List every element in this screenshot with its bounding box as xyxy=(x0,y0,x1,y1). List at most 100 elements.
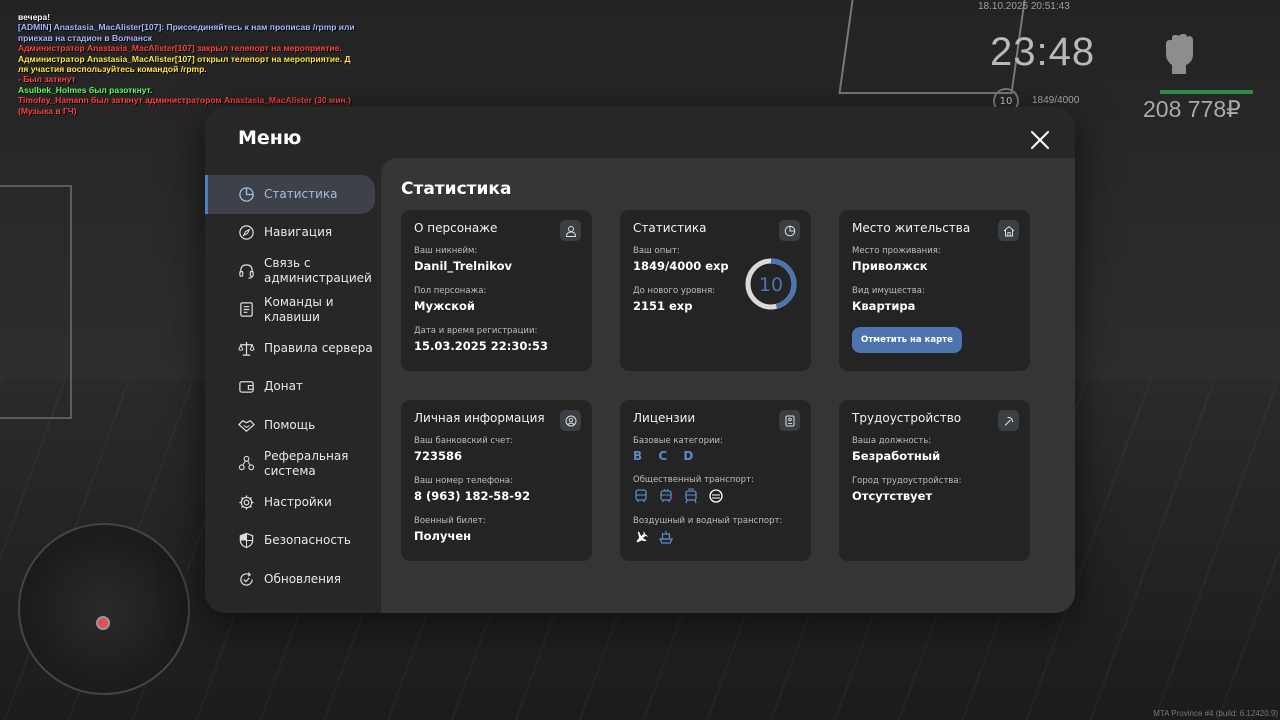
chat-line: Администратор Anastasia_MacAlister[107] … xyxy=(18,53,351,64)
scales-icon xyxy=(238,341,255,356)
card-residence: Место жительства Место проживания: Приво… xyxy=(839,210,1030,371)
sidebar-item-rules[interactable]: Правила сервера xyxy=(205,329,381,368)
trolleybus-icon xyxy=(660,488,672,502)
user-circle-icon xyxy=(560,410,581,431)
pie-chart-icon xyxy=(239,186,254,202)
job-city-value: Отсутствует xyxy=(852,489,933,503)
public-transport-label: Общественный транспорт: xyxy=(633,475,754,485)
home-icon xyxy=(998,220,1019,241)
pickaxe-icon xyxy=(998,410,1019,431)
license-category-c: C xyxy=(658,449,674,463)
sidebar-item-label: Команды и клавиши xyxy=(264,294,334,324)
chat-line: Администратор Anastasia_MacAlister[107] … xyxy=(18,43,342,54)
hud-health-bar xyxy=(1160,90,1253,94)
content-title: Статистика xyxy=(401,179,512,199)
exp-label: Ваш опыт: xyxy=(633,246,680,256)
military-label: Военный билет: xyxy=(414,516,486,526)
hud-exp: 1849/4000 xyxy=(1032,95,1080,106)
build-info: MTA Province #4 (build: 6.12420.9) xyxy=(1153,709,1278,718)
sidebar-item-label: Настройки xyxy=(264,494,332,509)
air-water-transport-label: Воздушный и водный транспорт: xyxy=(633,516,783,526)
chat-line: Asulbek_Holmes был разоткнут. xyxy=(18,84,153,95)
license-category-d: D xyxy=(683,449,700,463)
level-progress-ring: 10 xyxy=(745,258,797,310)
sidebar-item-help[interactable]: Помощь xyxy=(205,406,381,445)
chat-line: [ADMIN] Anastasia_MacAlister[107]: Присо… xyxy=(18,22,355,33)
sidebar-item-settings[interactable]: Настройки xyxy=(205,483,381,522)
property-label: Вид имущества: xyxy=(852,286,925,296)
card-licenses: Лицензии Базовые категории: B C D Общест… xyxy=(620,400,811,561)
gender-value: Мужской xyxy=(414,299,475,313)
handshake-icon xyxy=(238,419,255,432)
chat-line: приехав на стадион в Волчанск xyxy=(18,32,153,43)
menu-modal: Меню Статистика Навигация Связь с админи… xyxy=(205,107,1075,613)
card-title: Трудоустройство xyxy=(852,411,962,425)
refresh-check-icon xyxy=(240,571,253,586)
sidebar-item-security[interactable]: Безопасность xyxy=(205,522,381,561)
sidebar-item-label: Реферальная система xyxy=(264,448,349,478)
chat-log: вечера! [ADMIN] Anastasia_MacAlister[107… xyxy=(18,12,358,116)
sidebar-item-commands[interactable]: Команды и клавиши xyxy=(205,291,381,330)
sidebar-nav: Статистика Навигация Связь с администрац… xyxy=(205,175,381,599)
card-title: Лицензии xyxy=(633,411,696,425)
chat-line: Timofey_Hamann был заткнут администратор… xyxy=(18,95,351,106)
license-categories: B C D xyxy=(633,449,798,463)
nickname-label: Ваш никнейм: xyxy=(414,246,478,256)
airplane-icon xyxy=(636,531,648,543)
taxi-badge-icon xyxy=(709,489,723,503)
sidebar-item-referral[interactable]: Реферальная система xyxy=(205,445,381,484)
hud-datetime: 18.10.2025 20:51:43 xyxy=(978,1,1070,12)
sidebar-item-label: Безопасность xyxy=(264,533,351,548)
card-character: О персонаже Ваш никнейм: Danil_Trelnikov… xyxy=(401,210,592,371)
sidebar-item-contact-admin[interactable]: Связь с администрацией xyxy=(205,252,381,291)
card-title: Место жительства xyxy=(852,221,971,235)
card-personal-info: Личная информация Ваш банковский счет: 7… xyxy=(401,400,592,561)
public-transport-icons xyxy=(633,488,798,504)
card-title: О персонаже xyxy=(414,221,498,235)
position-value: Безработный xyxy=(852,449,941,463)
property-value: Квартира xyxy=(852,299,916,313)
fist-icon xyxy=(1166,34,1193,74)
document-icon xyxy=(240,302,253,317)
military-value: Получен xyxy=(414,529,472,543)
sidebar-item-label: Навигация xyxy=(264,225,333,240)
compass-icon xyxy=(239,225,254,240)
sidebar-item-navigation[interactable]: Навигация xyxy=(205,214,381,253)
gear-icon xyxy=(239,495,254,510)
hud-money: 208 778₽ xyxy=(1143,96,1241,122)
id-card-icon xyxy=(779,410,800,431)
gender-label: Пол персонажа: xyxy=(414,286,487,296)
user-icon xyxy=(560,220,581,241)
sidebar-item-label: Статистика xyxy=(264,186,338,201)
registration-label: Дата и время регистрации: xyxy=(414,326,538,336)
bank-label: Ваш банковский счет: xyxy=(414,436,514,446)
headset-icon xyxy=(239,264,254,279)
license-category-b: B xyxy=(633,449,649,463)
sidebar-item-label: Обновления xyxy=(264,571,342,586)
close-icon[interactable] xyxy=(1029,129,1051,151)
sidebar-item-label: Донат xyxy=(264,379,303,394)
mark-on-map-button[interactable]: Отметить на карте xyxy=(852,327,962,353)
chat-line: вечера! xyxy=(18,12,51,22)
phone-label: Ваш номер телефона: xyxy=(414,476,513,486)
scene-window-left xyxy=(0,185,72,419)
level-number: 10 xyxy=(759,274,783,296)
sidebar-item-updates[interactable]: Обновления xyxy=(205,560,381,599)
air-water-transport-icons xyxy=(633,529,798,545)
sidebar-item-statistics[interactable]: Статистика xyxy=(205,175,375,214)
card-title: Личная информация xyxy=(414,411,545,425)
content-panel: Статистика О персонаже Ваш никнейм: Dani… xyxy=(381,158,1075,613)
card-title: Статистика xyxy=(633,221,707,235)
sidebar-item-donate[interactable]: Донат xyxy=(205,368,381,407)
position-label: Ваша должность: xyxy=(852,436,932,446)
place-value: Приволжск xyxy=(852,259,928,273)
registration-value: 15.03.2025 22:30:53 xyxy=(414,339,548,353)
sidebar-item-label: Помощь xyxy=(264,417,316,432)
base-categories-label: Базовые категории: xyxy=(633,436,723,446)
modal-title: Меню xyxy=(238,127,302,149)
job-city-label: Город трудоустройства: xyxy=(852,476,962,486)
sidebar-item-label: Правила сервера xyxy=(264,340,373,355)
shield-icon xyxy=(239,533,254,549)
boat-icon xyxy=(658,531,674,544)
radar-minimap xyxy=(18,523,190,695)
